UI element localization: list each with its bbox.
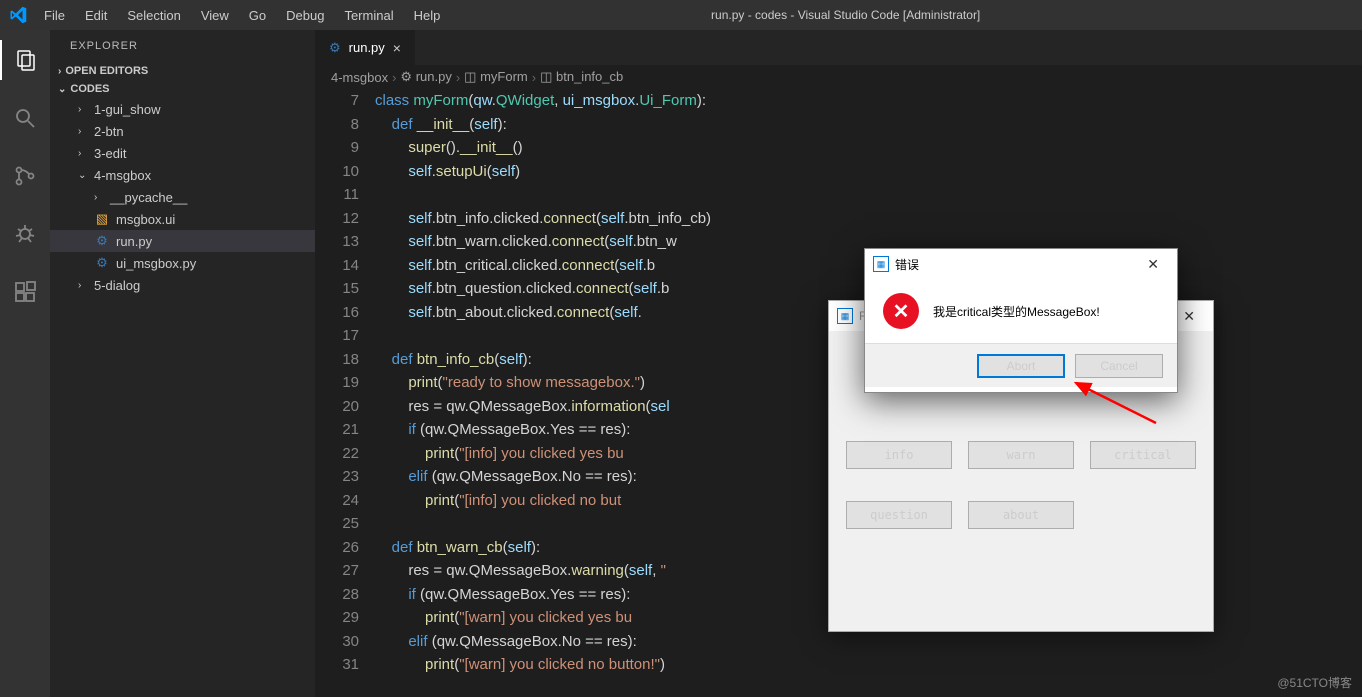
close-icon[interactable]: × <box>393 40 401 56</box>
chevron-icon: › <box>78 148 88 159</box>
python-file-icon: ⚙ <box>94 233 110 249</box>
tree-label: run.py <box>116 234 152 249</box>
cancel-button[interactable]: Cancel <box>1075 354 1163 378</box>
chevron-icon: › <box>78 104 88 115</box>
tree-label: 1-gui_show <box>94 102 161 117</box>
folder-item[interactable]: › 2-btn <box>50 120 315 142</box>
tree-label: 3-edit <box>94 146 127 161</box>
menu-go[interactable]: Go <box>240 4 275 27</box>
chevron-icon: › <box>78 126 88 137</box>
tree-label: 2-btn <box>94 124 124 139</box>
qt-dialog-titlebar[interactable]: ▦ 错误 ✕ <box>865 249 1177 279</box>
tree-label: __pycache__ <box>110 190 187 205</box>
folder-item[interactable]: ⌄ 4-msgbox <box>50 164 315 186</box>
close-icon[interactable]: ✕ <box>1137 252 1169 277</box>
watermark: @51CTO博客 <box>1277 674 1352 691</box>
file-item[interactable]: ▧ msgbox.ui <box>50 208 315 230</box>
python-file-icon: ⚙ <box>329 40 341 56</box>
folder-item[interactable]: › __pycache__ <box>50 186 315 208</box>
abort-button[interactable]: Abort <box>977 354 1065 378</box>
workspace-root-header[interactable]: ⌄CODES <box>50 80 315 98</box>
sidebar-title: EXPLORER <box>50 30 315 62</box>
breadcrumb-item[interactable]: ◫ btn_info_cb <box>540 69 623 85</box>
menu-edit[interactable]: Edit <box>76 4 116 27</box>
explorer-icon[interactable] <box>0 40 50 80</box>
chevron-icon: ⌄ <box>78 170 88 181</box>
breadcrumb[interactable]: 4-msgbox›⚙ run.py›◫ myForm›◫ btn_info_cb <box>315 65 1362 89</box>
titlebar: FileEditSelectionViewGoDebugTerminalHelp… <box>0 0 1362 30</box>
folder-item[interactable]: › 1-gui_show <box>50 98 315 120</box>
critical-button[interactable]: critical <box>1090 441 1196 469</box>
menu-file[interactable]: File <box>35 4 74 27</box>
python-file-icon: ⚙ <box>94 255 110 271</box>
qt-window-icon: ▦ <box>873 256 889 272</box>
question-button[interactable]: question <box>846 501 952 529</box>
menu-view[interactable]: View <box>192 4 238 27</box>
editor-tabs: ⚙ run.py × <box>315 30 1362 65</box>
tree-label: msgbox.ui <box>116 212 175 227</box>
symbol-class-icon: ◫ <box>464 69 476 84</box>
close-icon[interactable]: ✕ <box>1173 304 1205 329</box>
tree-label: 5-dialog <box>94 278 140 293</box>
info-button[interactable]: info <box>846 441 952 469</box>
symbol-method-icon: ◫ <box>540 69 552 84</box>
breadcrumb-item[interactable]: 4-msgbox <box>331 70 388 85</box>
python-file-icon: ⚙ <box>400 69 412 84</box>
chevron-icon: › <box>94 192 104 203</box>
file-item[interactable]: ⚙ ui_msgbox.py <box>50 252 315 274</box>
file-item[interactable]: ⚙ run.py <box>50 230 315 252</box>
search-icon[interactable] <box>0 98 50 138</box>
menu-debug[interactable]: Debug <box>277 4 333 27</box>
qt-dialog-title: 错误 <box>895 256 919 273</box>
source-control-icon[interactable] <box>0 156 50 196</box>
ui-file-icon: ▧ <box>94 211 110 227</box>
window-title: run.py - codes - Visual Studio Code [Adm… <box>449 8 1242 22</box>
menu-selection[interactable]: Selection <box>118 4 189 27</box>
folder-item[interactable]: › 3-edit <box>50 142 315 164</box>
menu-help[interactable]: Help <box>405 4 450 27</box>
main-menu: FileEditSelectionViewGoDebugTerminalHelp <box>35 4 449 27</box>
file-tree: › 1-gui_show › 2-btn › 3-edit ⌄ 4-msgbox › __pyca… <box>50 98 315 296</box>
qt-window-icon: ▦ <box>837 308 853 324</box>
folder-item[interactable]: › 5-dialog <box>50 274 315 296</box>
chevron-icon: › <box>78 280 88 291</box>
activity-bar <box>0 30 50 697</box>
breadcrumb-item[interactable]: ⚙ run.py <box>400 69 451 85</box>
about-button[interactable]: about <box>968 501 1074 529</box>
line-gutter: 7891011121314151617181920212223242526272… <box>315 89 375 697</box>
breadcrumb-item[interactable]: ◫ myForm <box>464 69 528 85</box>
error-icon: ✕ <box>883 293 919 329</box>
sidebar: EXPLORER ›OPEN EDITORS ⌄CODES › 1-gui_sho… <box>50 30 315 697</box>
tab-label: run.py <box>349 40 385 55</box>
debug-icon[interactable] <box>0 214 50 254</box>
warn-button[interactable]: warn <box>968 441 1074 469</box>
extensions-icon[interactable] <box>0 272 50 312</box>
tab-run-py[interactable]: ⚙ run.py × <box>315 30 415 65</box>
vscode-logo-icon <box>0 6 35 24</box>
dialog-message: 我是critical类型的MessageBox! <box>933 303 1100 320</box>
menu-terminal[interactable]: Terminal <box>335 4 402 27</box>
tree-label: ui_msgbox.py <box>116 256 196 271</box>
qt-message-dialog[interactable]: ▦ 错误 ✕ ✕ 我是critical类型的MessageBox! Abort … <box>864 248 1178 393</box>
tree-label: 4-msgbox <box>94 168 151 183</box>
open-editors-header[interactable]: ›OPEN EDITORS <box>50 62 315 80</box>
